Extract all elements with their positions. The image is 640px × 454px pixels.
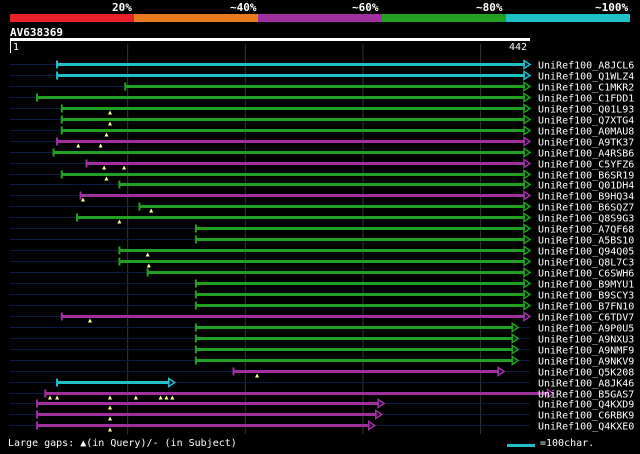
- hit-label: UniRef100_A9P0U5: [538, 324, 634, 335]
- gap-marker: [76, 143, 81, 148]
- gap-marker: [108, 416, 112, 421]
- gap-marker: [108, 427, 112, 432]
- gap-marker: [149, 208, 154, 213]
- hit-label: UniRef100_A9NXU3: [538, 335, 634, 346]
- hit-label: UniRef100_C6SWH6: [538, 269, 634, 280]
- hit-label: UniRef100_C1MKR2: [538, 83, 634, 94]
- hit-label: UniRef100_B9MYU1: [538, 280, 634, 291]
- gap-marker: [158, 395, 163, 400]
- hit-label: UniRef100_B9HQ34: [538, 192, 634, 203]
- hit-label: UniRef100_A0MAU8: [538, 127, 634, 138]
- alignment-plot: UniRef100_A8JCL6UniRef100_Q1WLZ4UniRef10…: [10, 44, 634, 434]
- hit-label: UniRef100_Q7XTG4: [538, 116, 634, 127]
- gap-marker: [104, 176, 109, 181]
- hit-label: UniRef100_A9NKV9: [538, 357, 634, 368]
- large-gaps-legend: Large gaps: ▲(in Query)/- (in Subject): [8, 438, 237, 449]
- gap-marker: [170, 395, 175, 400]
- hit-label: UniRef100_Q8L7C3: [538, 258, 634, 269]
- gap-marker: [108, 121, 112, 126]
- gap-marker: [98, 143, 103, 148]
- scale-legend-text: =100char.: [540, 438, 595, 449]
- hit-label: UniRef100_C1FDD1: [538, 94, 634, 105]
- gap-marker: [55, 395, 60, 400]
- hit-label: UniRef100_B6SQZ7: [538, 203, 634, 214]
- hit-label: UniRef100_A8JK46: [538, 379, 634, 390]
- gap-marker: [108, 395, 112, 400]
- hit-label: UniRef100_C5YFZ6: [538, 160, 634, 171]
- hit-label: UniRef100_A9TK37: [538, 138, 634, 149]
- gap-marker: [145, 252, 150, 257]
- gap-marker: [108, 110, 112, 115]
- hit-label: UniRef100_Q4KXD9: [538, 400, 634, 411]
- gap-marker: [48, 395, 52, 400]
- hit-label: UniRef100_Q5K208: [538, 368, 634, 379]
- hit-label: UniRef100_Q1WLZ4: [538, 72, 634, 83]
- gap-marker: [122, 165, 127, 170]
- hit-label: UniRef100_Q01DH4: [538, 181, 634, 192]
- hit-label: UniRef100_C6TDV7: [538, 313, 634, 324]
- gap-marker: [164, 395, 169, 400]
- hit-label: UniRef100_A4RSB6: [538, 149, 634, 160]
- hit-label: UniRef100_A7QF68: [538, 225, 634, 236]
- hit-label: UniRef100_Q01L93: [538, 105, 634, 116]
- gap-marker: [88, 318, 92, 323]
- scale-swatch: [507, 444, 535, 447]
- hit-label: UniRef100_A8JCL6: [538, 61, 634, 72]
- gap-marker: [104, 132, 109, 137]
- hit-label: UniRef100_Q4KXE0: [538, 422, 634, 433]
- gap-marker: [117, 219, 122, 224]
- hit-label: UniRef100_Q94Q05: [538, 247, 634, 258]
- hit-label: UniRef100_A5BS10: [538, 236, 634, 247]
- hit-label: UniRef100_C6RBK9: [538, 411, 634, 422]
- hit-label: UniRef100_Q8S9G3: [538, 214, 634, 225]
- gap-marker: [146, 263, 151, 268]
- gap-marker: [255, 373, 260, 378]
- gap-marker: [102, 165, 107, 170]
- gap-marker: [133, 395, 138, 400]
- gap-marker: [108, 405, 112, 410]
- hit-label: UniRef100_A9NMF9: [538, 346, 634, 357]
- hit-label: UniRef100_B7FN10: [538, 302, 634, 313]
- hit-label: UniRef100_B9SCY3: [538, 291, 634, 302]
